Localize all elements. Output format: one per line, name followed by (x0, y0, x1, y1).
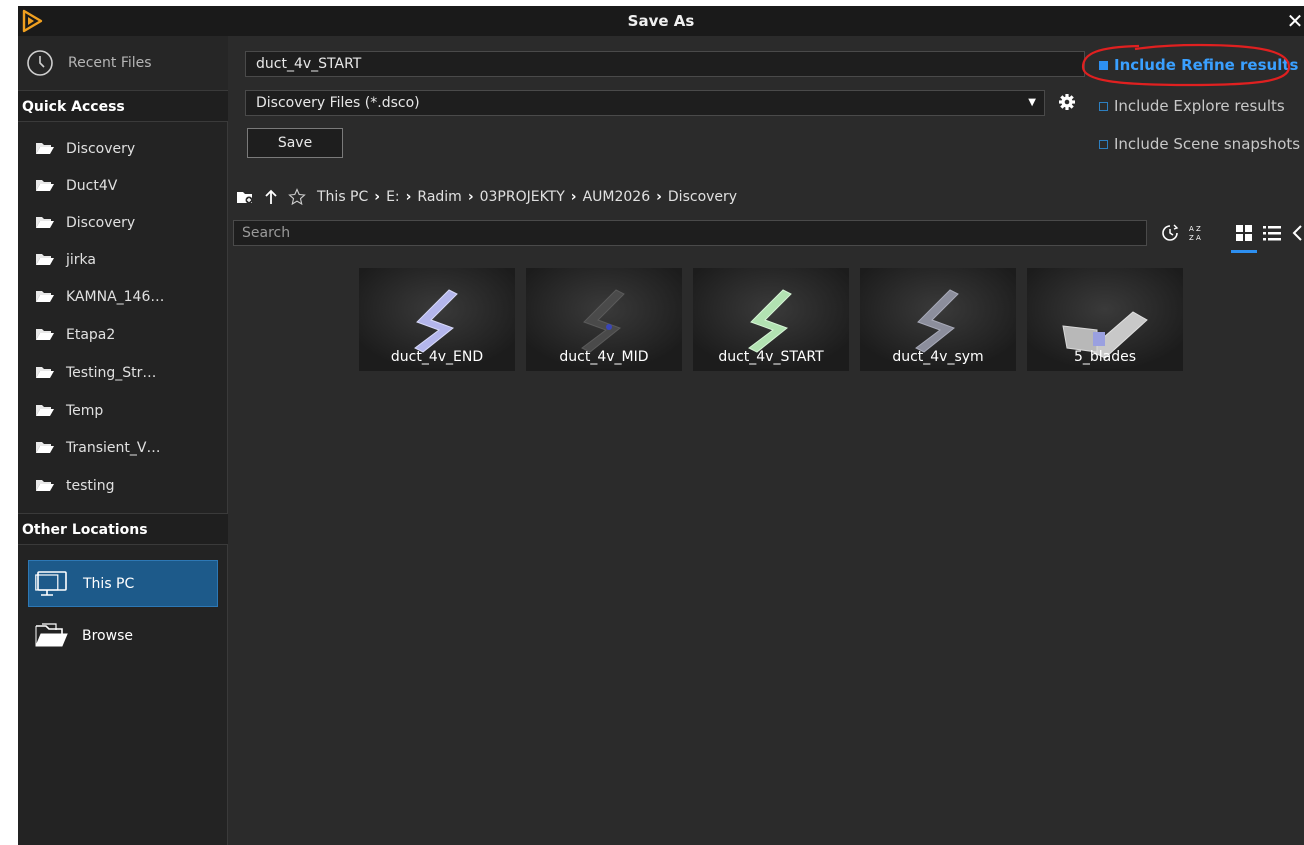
sidebar-item-transient[interactable]: Transient_V… (18, 429, 228, 466)
folder-icon (36, 366, 54, 379)
list-view-icon[interactable] (1261, 222, 1283, 244)
chevron-right-icon: › (374, 189, 381, 205)
folder-icon (36, 179, 54, 192)
sort-alpha-icon[interactable]: A ZZ A (1187, 222, 1209, 244)
folder-icon (36, 253, 54, 266)
option-label: Include Scene snapshots (1114, 135, 1301, 153)
sidebar-item-label: jirka (66, 251, 96, 268)
sidebar: Recent Files Quick Access Discovery Duct… (18, 36, 228, 845)
sidebar-item-label: Transient_V… (66, 439, 161, 456)
breadcrumb-discovery[interactable]: Discovery (668, 189, 737, 205)
folder-icon (36, 441, 54, 454)
option-label: Include Refine results (1114, 56, 1299, 74)
sidebar-item-this-pc[interactable]: This PC (28, 560, 218, 607)
sidebar-item-label: Testing_Str… (66, 364, 157, 381)
save-button[interactable]: Save (247, 128, 343, 158)
option-label: Include Explore results (1114, 97, 1285, 115)
folder-icon (36, 404, 54, 417)
quick-access-header: Quick Access (18, 90, 228, 122)
sidebar-item-testing[interactable]: testing (18, 467, 228, 504)
svg-text:A Z: A Z (1189, 225, 1201, 233)
svg-text:Z A: Z A (1189, 234, 1201, 242)
include-scene-checkbox[interactable]: Include Scene snapshots (1099, 133, 1300, 155)
up-arrow-icon[interactable] (261, 187, 281, 207)
file-tile[interactable]: duct_4v_END (359, 268, 515, 371)
sidebar-item-duct4v[interactable]: Duct4V (18, 167, 228, 204)
breadcrumb-drive[interactable]: E: (386, 189, 400, 205)
chevron-right-icon: › (656, 189, 662, 205)
recent-files-label: Recent Files (68, 55, 152, 71)
file-name: duct_4v_sym (892, 349, 984, 365)
file-tile[interactable]: 5_blades (1027, 268, 1183, 371)
dialog-title: Save As (627, 12, 695, 30)
file-name: duct_4v_END (390, 349, 484, 365)
search-input[interactable] (233, 220, 1147, 246)
sort-recent-icon[interactable] (1159, 222, 1181, 244)
open-folder-icon (35, 622, 68, 646)
filetype-select[interactable]: Discovery Files (*.dsco) ▼ (245, 90, 1045, 116)
chevron-right-icon: › (405, 189, 412, 205)
folder-icon (36, 142, 54, 155)
filetype-value: Discovery Files (*.dsco) (256, 95, 420, 111)
sidebar-item-label: Discovery (66, 140, 136, 157)
sidebar-item-kamna[interactable]: KAMNA_146… (18, 278, 228, 315)
new-folder-icon[interactable] (235, 187, 255, 207)
close-icon[interactable]: ✕ (1284, 6, 1304, 36)
file-tile[interactable]: duct_4v_MID (526, 268, 682, 371)
monitor-icon (35, 570, 67, 596)
sidebar-item-label: Temp (66, 402, 104, 419)
sidebar-item-label: KAMNA_146… (66, 288, 165, 305)
breadcrumb: This PC › E: › Radim › 03PROJEKTY › AUM2… (229, 182, 1304, 212)
chevron-right-icon: › (570, 189, 577, 205)
include-refine-checkbox[interactable]: Include Refine results (1099, 54, 1298, 76)
main-panel: Discovery Files (*.dsco) ▼ Save Include … (229, 36, 1304, 845)
breadcrumb-this-pc[interactable]: This PC (317, 189, 368, 205)
breadcrumb-radim[interactable]: Radim (417, 189, 461, 205)
filename-input[interactable] (245, 51, 1085, 77)
other-locations-header: Other Locations (18, 513, 228, 545)
file-tile[interactable]: duct_4v_START (693, 268, 849, 371)
checkbox-icon (1099, 101, 1108, 111)
gear-icon[interactable] (1057, 92, 1077, 112)
sidebar-item-temp[interactable]: Temp (18, 392, 228, 429)
sidebar-item-label: Browse (82, 627, 133, 644)
grid-view-icon[interactable] (1233, 222, 1255, 244)
file-name: duct_4v_START (718, 349, 824, 365)
title-bar: Save As ✕ (18, 6, 1304, 36)
sidebar-item-label: testing (66, 477, 115, 494)
file-name: 5_blades (1073, 349, 1137, 365)
sidebar-item-discovery[interactable]: Discovery (18, 130, 228, 167)
folder-icon (36, 328, 54, 341)
clock-icon (27, 50, 53, 76)
file-tile[interactable]: duct_4v_sym (860, 268, 1016, 371)
chevron-right-icon: › (467, 189, 474, 205)
star-icon[interactable] (287, 187, 307, 207)
sidebar-item-discovery-2[interactable]: Discovery (18, 204, 228, 241)
sidebar-item-jirka[interactable]: jirka (18, 241, 228, 278)
checkbox-icon (1099, 139, 1108, 149)
chevron-left-icon[interactable] (1289, 222, 1304, 244)
sidebar-item-etapa2[interactable]: Etapa2 (18, 316, 228, 353)
sidebar-item-label: Discovery (66, 214, 136, 231)
sidebar-item-label: Etapa2 (66, 326, 116, 343)
save-as-dialog: Save As ✕ Recent Files Quick Access Disc… (18, 6, 1304, 845)
folder-icon (36, 479, 54, 492)
recent-files-button[interactable]: Recent Files (18, 36, 228, 90)
sidebar-item-label: This PC (83, 575, 135, 592)
sidebar-item-browse[interactable]: Browse (28, 612, 218, 659)
breadcrumb-aum2026[interactable]: AUM2026 (583, 189, 651, 205)
checkbox-checked-icon (1099, 60, 1108, 70)
folder-icon (36, 216, 54, 229)
include-explore-checkbox[interactable]: Include Explore results (1099, 95, 1285, 117)
sidebar-item-label: Duct4V (66, 177, 118, 194)
sidebar-item-testing-str[interactable]: Testing_Str… (18, 354, 228, 391)
chevron-down-icon: ▼ (1028, 97, 1036, 108)
active-view-indicator (1231, 250, 1257, 253)
folder-icon (36, 290, 54, 303)
breadcrumb-projekty[interactable]: 03PROJEKTY (480, 189, 565, 205)
file-name: duct_4v_MID (559, 349, 649, 365)
